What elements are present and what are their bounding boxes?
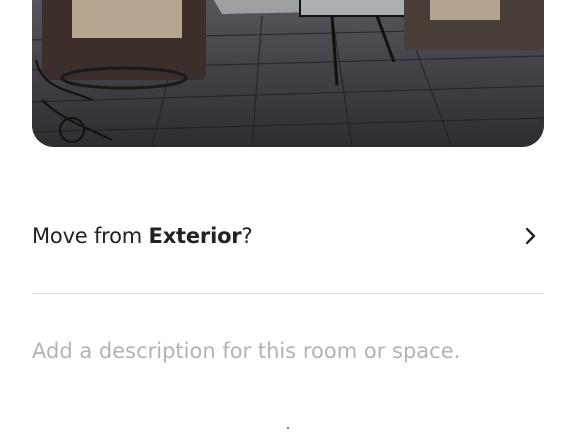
photo-image [32,0,544,147]
chevron-right-icon [520,225,542,247]
divider [32,293,544,294]
description-input[interactable] [32,334,544,368]
cursor-dot [287,427,289,429]
room-photo[interactable] [32,0,544,147]
move-from-text: Move from Exterior? [32,224,253,248]
move-suffix: ? [241,224,253,248]
move-prefix: Move from [32,224,149,248]
move-from-room-row[interactable]: Move from Exterior? [32,206,544,266]
room-name: Exterior [148,224,242,248]
